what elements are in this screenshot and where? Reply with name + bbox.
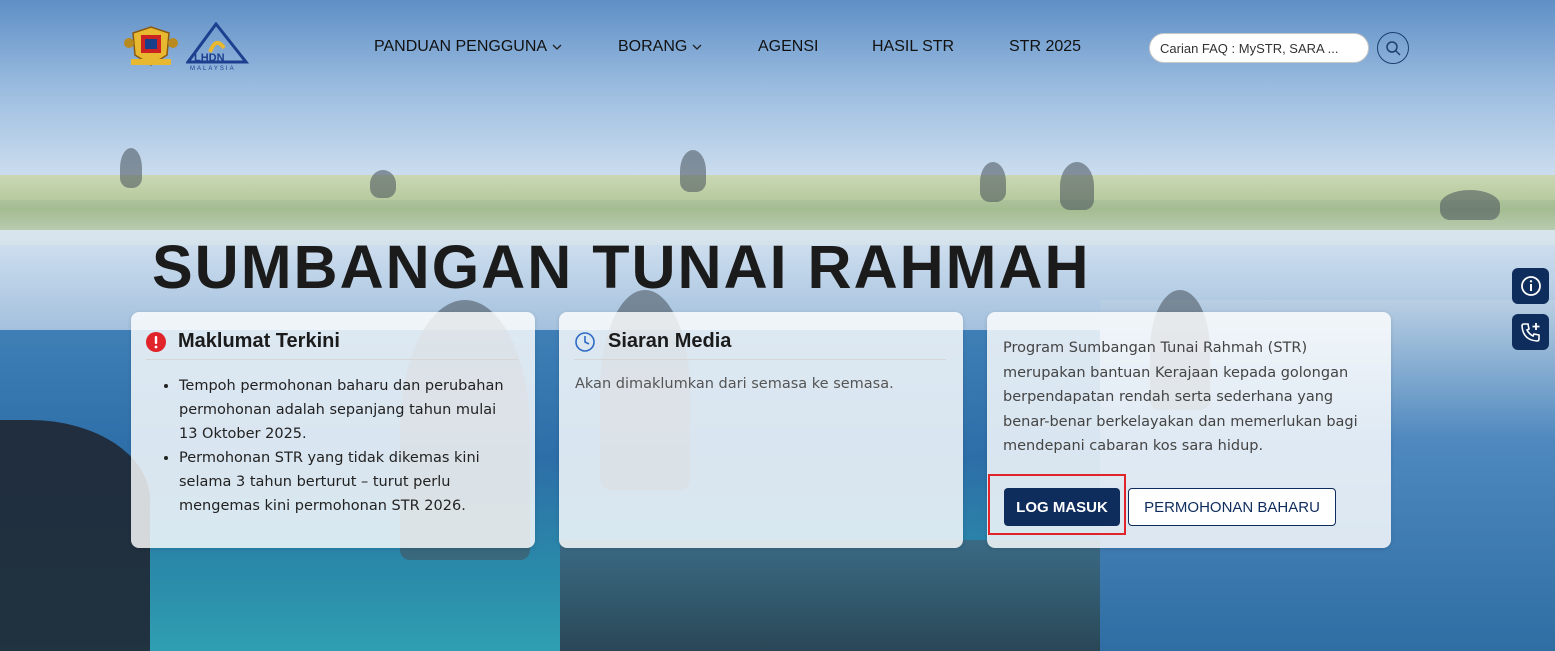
nav-item-agensi[interactable]: AGENSI [758,38,818,56]
latest-info-card: Maklumat Terkini Tempoh permohonan bahar… [131,312,535,548]
nav-item-label: STR 2025 [1009,38,1082,55]
nav-item-borang[interactable]: BORANG [618,38,703,56]
card-header: Maklumat Terkini [146,324,518,360]
nav-item-label: BORANG [618,38,688,55]
login-highlight-box [988,474,1126,535]
card-title: Maklumat Terkini [178,330,340,352]
chevron-down-icon [692,44,702,50]
page-title: SUMBANGAN TUNAI RAHMAH [152,233,1091,301]
search-button[interactable] [1377,32,1409,64]
card-title: Siaran Media [608,330,732,352]
site-header: LHDN MALAYSIA PANDUAN PENGGUNA BORANG AG… [0,0,1555,95]
latest-info-list: Tempoh permohonan baharu dan perubahan p… [179,374,515,518]
list-item: Tempoh permohonan baharu dan perubahan p… [179,374,515,446]
info-icon [1520,276,1541,296]
nav-item-hasil-str[interactable]: HASIL STR [872,38,954,56]
card-header: Siaran Media [574,324,946,360]
search-input[interactable] [1149,33,1369,63]
program-description: Program Sumbangan Tunai Rahmah (STR) mer… [1003,340,1358,454]
info-button[interactable] [1512,268,1549,304]
malaysia-crest-icon[interactable] [123,25,179,69]
phone-add-icon [1520,323,1540,342]
list-item: Permohonan STR yang tidak dikemas kini s… [179,446,515,518]
alert-icon [146,331,166,352]
media-release-card: Siaran Media Akan dimaklumkan dari semas… [559,312,963,548]
svg-text:LHDN: LHDN [194,52,225,64]
contact-button[interactable] [1512,314,1549,350]
clock-icon [575,331,595,352]
lhdn-logo-icon[interactable]: LHDN MALAYSIA [185,21,250,72]
nav-item-label: PANDUAN PENGGUNA [374,38,548,55]
nav-item-label: AGENSI [758,38,819,55]
media-release-text: Akan dimaklumkan dari semasa ke semasa. [575,376,894,392]
new-application-button[interactable]: PERMOHONAN BAHARU [1128,488,1336,526]
nav-item-panduan-pengguna[interactable]: PANDUAN PENGGUNA [374,38,563,56]
search-icon [1386,41,1401,56]
nav-item-label: HASIL STR [872,38,955,55]
svg-text:MALAYSIA: MALAYSIA [190,66,236,72]
nav-item-str-2025[interactable]: STR 2025 [1009,38,1081,56]
chevron-down-icon [552,44,562,50]
